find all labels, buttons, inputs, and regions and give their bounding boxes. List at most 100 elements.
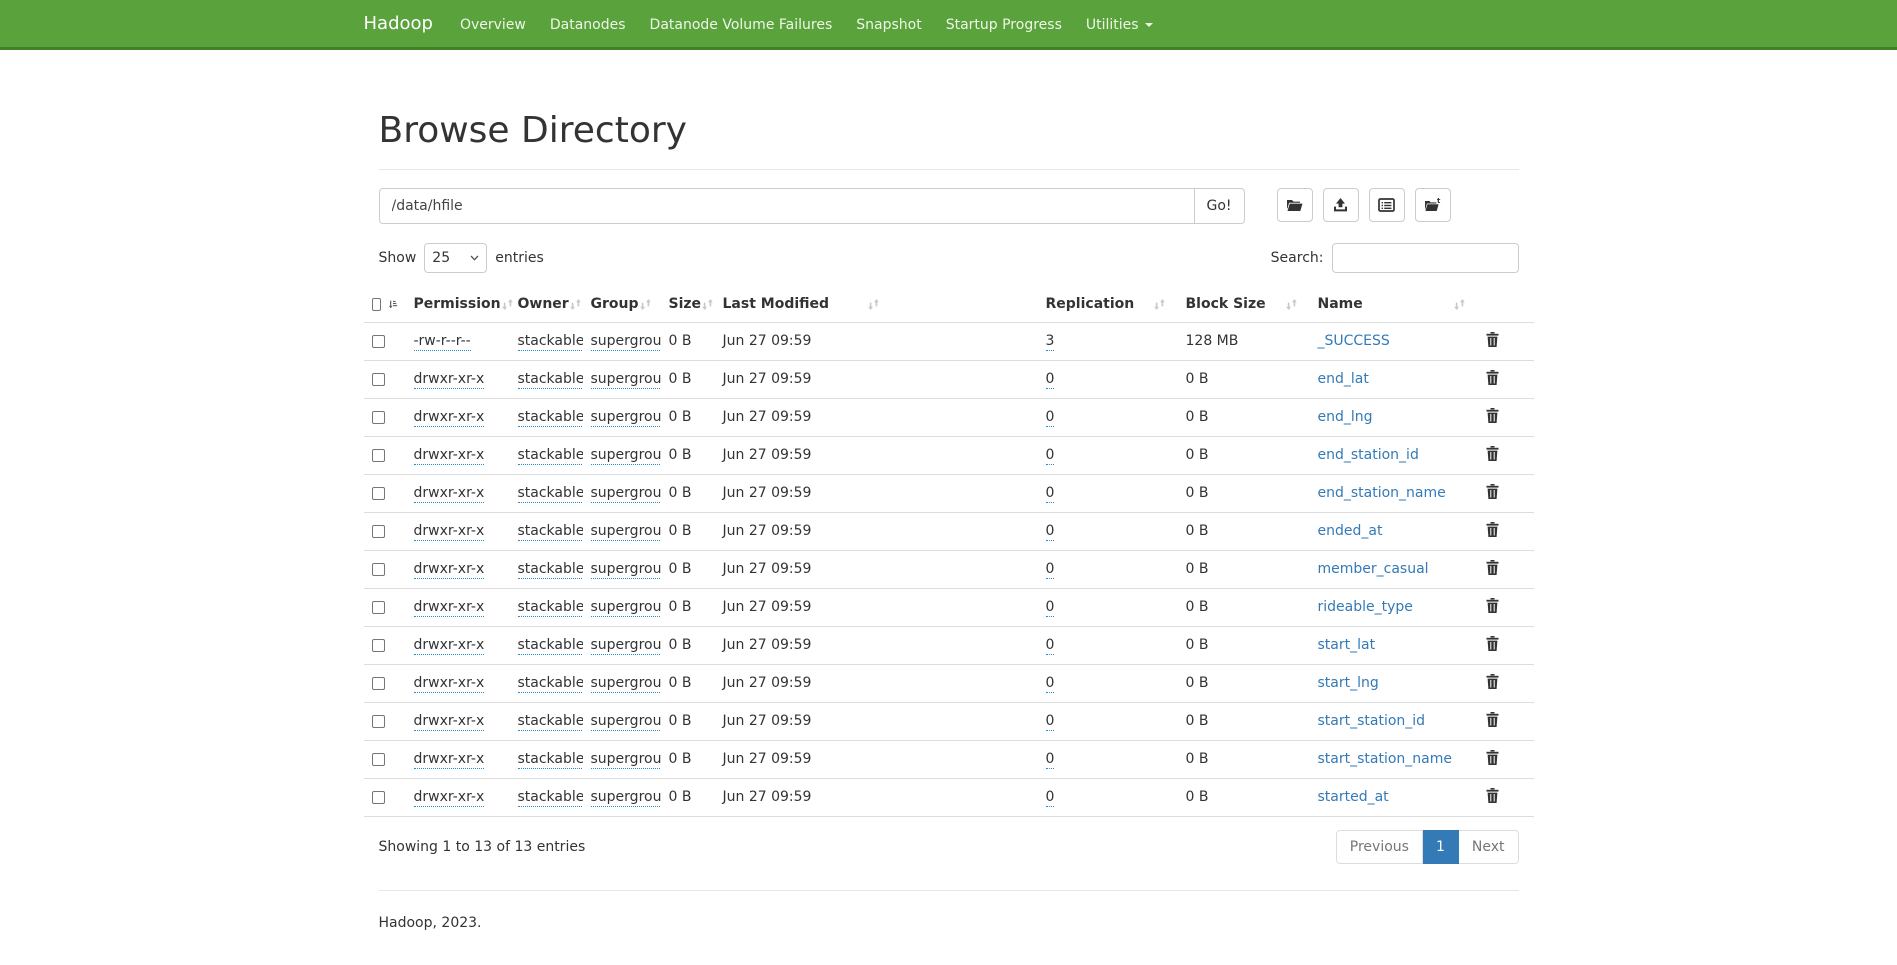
nav-item-startup-progress[interactable]: Startup Progress: [934, 0, 1074, 47]
owner-value[interactable]: stackable: [518, 333, 583, 351]
go-button[interactable]: Go!: [1195, 188, 1245, 224]
permission-value[interactable]: drwxr-xr-x: [414, 561, 485, 579]
row-checkbox[interactable]: [372, 335, 385, 348]
replication-value[interactable]: 0: [1046, 371, 1055, 389]
file-name-link[interactable]: _SUCCESS: [1318, 333, 1390, 349]
header-block-size[interactable]: Block Size: [1178, 287, 1310, 322]
nav-item-datanodes[interactable]: Datanodes: [538, 0, 638, 47]
header-owner[interactable]: Owner: [510, 287, 583, 322]
replication-value[interactable]: 0: [1046, 637, 1055, 655]
group-value[interactable]: supergroup: [591, 713, 661, 731]
owner-value[interactable]: stackable: [518, 447, 583, 465]
nav-item-utilities-dropdown[interactable]: Utilities: [1074, 0, 1165, 47]
pagination-previous[interactable]: Previous: [1336, 830, 1423, 864]
permission-value[interactable]: drwxr-xr-x: [414, 447, 485, 465]
owner-value[interactable]: stackable: [518, 371, 583, 389]
group-value[interactable]: supergroup: [591, 561, 661, 579]
page-size-select[interactable]: 25: [424, 243, 487, 273]
group-value[interactable]: supergroup: [591, 485, 661, 503]
owner-value[interactable]: stackable: [518, 561, 583, 579]
owner-value[interactable]: stackable: [518, 409, 583, 427]
row-checkbox[interactable]: [372, 563, 385, 576]
owner-value[interactable]: stackable: [518, 637, 583, 655]
permission-value[interactable]: drwxr-xr-x: [414, 751, 485, 769]
replication-value[interactable]: 0: [1046, 599, 1055, 617]
permission-value[interactable]: drwxr-xr-x: [414, 523, 485, 541]
group-value[interactable]: supergroup: [591, 371, 661, 389]
row-checkbox[interactable]: [372, 753, 385, 766]
delete-file-icon[interactable]: [1486, 712, 1499, 731]
set-quota-button[interactable]: [1369, 188, 1405, 222]
permission-value[interactable]: drwxr-xr-x: [414, 371, 485, 389]
file-name-link[interactable]: rideable_type: [1318, 599, 1413, 615]
replication-value[interactable]: 0: [1046, 409, 1055, 427]
file-name-link[interactable]: member_casual: [1318, 561, 1429, 577]
header-permission[interactable]: Permission: [406, 287, 510, 322]
file-name-link[interactable]: ended_at: [1318, 523, 1383, 539]
nav-item-overview[interactable]: Overview: [448, 0, 538, 47]
file-name-link[interactable]: end_station_id: [1318, 447, 1419, 463]
header-group[interactable]: Group: [583, 287, 661, 322]
row-checkbox[interactable]: [372, 791, 385, 804]
file-name-link[interactable]: end_lat: [1318, 371, 1369, 387]
delete-file-icon[interactable]: [1486, 750, 1499, 769]
group-value[interactable]: supergroup: [591, 523, 661, 541]
file-name-link[interactable]: end_station_name: [1318, 485, 1446, 501]
group-value[interactable]: supergroup: [591, 789, 661, 807]
permission-value[interactable]: drwxr-xr-x: [414, 409, 485, 427]
row-checkbox[interactable]: [372, 449, 385, 462]
group-value[interactable]: supergroup: [591, 409, 661, 427]
header-last-modified[interactable]: Last Modified: [715, 287, 1038, 322]
owner-value[interactable]: stackable: [518, 675, 583, 693]
replication-value[interactable]: 0: [1046, 751, 1055, 769]
header-replication[interactable]: Replication: [1038, 287, 1178, 322]
row-checkbox[interactable]: [372, 601, 385, 614]
group-value[interactable]: supergroup: [591, 333, 661, 351]
select-all-header[interactable]: [364, 287, 406, 322]
row-checkbox[interactable]: [372, 373, 385, 386]
cut-paste-button[interactable]: t: [1415, 188, 1451, 222]
delete-file-icon[interactable]: [1486, 522, 1499, 541]
file-name-link[interactable]: start_lat: [1318, 637, 1376, 653]
permission-value[interactable]: drwxr-xr-x: [414, 789, 485, 807]
group-value[interactable]: supergroup: [591, 751, 661, 769]
row-checkbox[interactable]: [372, 525, 385, 538]
row-checkbox[interactable]: [372, 411, 385, 424]
delete-file-icon[interactable]: [1486, 408, 1499, 427]
header-size[interactable]: Size: [661, 287, 715, 322]
owner-value[interactable]: stackable: [518, 485, 583, 503]
owner-value[interactable]: stackable: [518, 713, 583, 731]
group-value[interactable]: supergroup: [591, 675, 661, 693]
owner-value[interactable]: stackable: [518, 789, 583, 807]
replication-value[interactable]: 0: [1046, 447, 1055, 465]
delete-file-icon[interactable]: [1486, 446, 1499, 465]
pagination-page-1[interactable]: 1: [1423, 830, 1459, 864]
nav-item-snapshot[interactable]: Snapshot: [844, 0, 933, 47]
owner-value[interactable]: stackable: [518, 523, 583, 541]
replication-value[interactable]: 0: [1046, 713, 1055, 731]
permission-value[interactable]: drwxr-xr-x: [414, 713, 485, 731]
replication-value[interactable]: 0: [1046, 675, 1055, 693]
delete-file-icon[interactable]: [1486, 560, 1499, 579]
replication-value[interactable]: 3: [1046, 333, 1055, 351]
search-input[interactable]: [1332, 243, 1519, 273]
upload-files-button[interactable]: [1323, 188, 1359, 222]
delete-file-icon[interactable]: [1486, 598, 1499, 617]
row-checkbox[interactable]: [372, 639, 385, 652]
pagination-next[interactable]: Next: [1459, 830, 1519, 864]
group-value[interactable]: supergroup: [591, 637, 661, 655]
replication-value[interactable]: 0: [1046, 485, 1055, 503]
owner-value[interactable]: stackable: [518, 751, 583, 769]
permission-value[interactable]: drwxr-xr-x: [414, 599, 485, 617]
nav-item-datanode-volume-failures[interactable]: Datanode Volume Failures: [638, 0, 845, 47]
group-value[interactable]: supergroup: [591, 599, 661, 617]
file-name-link[interactable]: started_at: [1318, 789, 1389, 805]
file-name-link[interactable]: start_lng: [1318, 675, 1379, 691]
permission-value[interactable]: drwxr-xr-x: [414, 637, 485, 655]
row-checkbox[interactable]: [372, 715, 385, 728]
delete-file-icon[interactable]: [1486, 484, 1499, 503]
row-checkbox[interactable]: [372, 677, 385, 690]
permission-value[interactable]: -rw-r--r--: [414, 333, 471, 351]
delete-file-icon[interactable]: [1486, 370, 1499, 389]
header-name[interactable]: Name: [1310, 287, 1478, 322]
